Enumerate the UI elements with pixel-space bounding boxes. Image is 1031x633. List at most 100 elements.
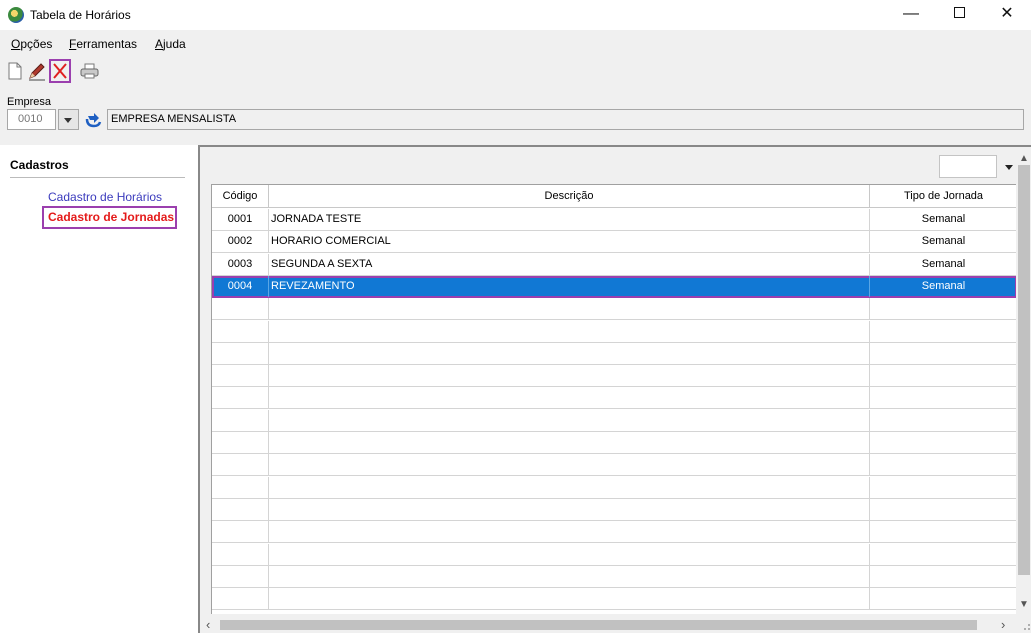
table-row[interactable] — [212, 387, 1016, 410]
cell-descricao — [269, 498, 870, 520]
scroll-right-icon[interactable]: › — [1001, 617, 1005, 632]
cell-codigo — [212, 320, 269, 342]
table-row[interactable] — [212, 432, 1016, 454]
cell-descricao — [269, 565, 870, 587]
sidebar-item-cadastro-jornadas[interactable]: Cadastro de Jornadas — [42, 206, 177, 229]
table-row[interactable] — [212, 476, 1016, 499]
cell-tipo-jornada: Semanal — [921, 235, 966, 248]
filter-input[interactable] — [939, 155, 997, 178]
scroll-up-icon[interactable]: ▲ — [1019, 153, 1029, 164]
table-row[interactable] — [212, 588, 1016, 611]
sidebar-item-cadastro-horarios[interactable]: Cadastro de Horários — [48, 190, 162, 204]
title-bar: Tabela de Horários — ✕ — [0, 0, 1031, 30]
resize-grip-icon[interactable] — [1016, 616, 1031, 633]
cell-tipo-jornada — [870, 410, 1016, 431]
cell-descricao — [269, 365, 870, 387]
cell-codigo — [212, 565, 269, 587]
grid-header: Código Descrição Tipo de Jornada — [212, 185, 1016, 208]
cell-tipo-jornada — [870, 432, 1016, 453]
maximize-button[interactable] — [936, 0, 982, 30]
table-row[interactable] — [212, 298, 1016, 321]
sidebar: Cadastros Cadastro de Horários Cadastro … — [0, 145, 198, 633]
cell-codigo — [212, 498, 269, 520]
cell-tipo-jornada — [870, 387, 1016, 408]
horizontal-scrollbar[interactable]: ‹ › — [202, 616, 1016, 633]
cell-tipo-jornada — [870, 321, 1016, 342]
cell-tipo-jornada: Semanal — [921, 213, 966, 225]
cell-descricao: JORNADA TESTE — [269, 209, 870, 230]
scroll-down-icon[interactable]: ▼ — [1019, 599, 1029, 610]
horizontal-scroll-thumb[interactable] — [220, 620, 977, 630]
cell-descricao — [269, 298, 870, 320]
table-row[interactable] — [212, 565, 1016, 588]
empresa-name-field: EMPRESA MENSALISTA — [107, 109, 1024, 130]
empresa-refresh-button[interactable] — [84, 110, 104, 129]
cell-tipo-jornada — [870, 521, 1016, 542]
cell-descricao — [269, 588, 870, 610]
cell-tipo-jornada: Semanal — [921, 279, 966, 292]
empresa-code-field[interactable]: 0010 — [7, 109, 56, 130]
cell-descricao: REVEZAMENTO — [269, 275, 870, 297]
cell-tipo-jornada — [870, 544, 1016, 565]
table-row[interactable] — [212, 454, 1016, 477]
table-row[interactable] — [212, 342, 1016, 365]
column-header-tipo-jornada[interactable]: Tipo de Jornada — [870, 185, 1016, 208]
cell-codigo — [212, 543, 269, 565]
cell-descricao — [269, 432, 870, 453]
cell-descricao — [269, 454, 870, 476]
minimize-icon: — — [903, 5, 919, 22]
table-row[interactable] — [212, 498, 1016, 521]
vertical-scroll-thumb[interactable] — [1018, 165, 1030, 575]
sidebar-divider — [10, 177, 185, 178]
toolbar — [0, 58, 1031, 86]
table-row[interactable] — [212, 320, 1016, 343]
minimize-button[interactable]: — — [888, 0, 934, 30]
cell-descricao — [269, 387, 870, 409]
cell-descricao: HORARIO COMERCIAL — [269, 231, 870, 253]
column-header-descricao[interactable]: Descrição — [269, 185, 870, 208]
table-row[interactable] — [212, 521, 1016, 544]
delete-button[interactable] — [49, 59, 71, 83]
cell-descricao — [269, 543, 870, 565]
new-document-icon — [8, 62, 22, 80]
table-row[interactable] — [212, 409, 1016, 432]
cell-codigo — [212, 432, 269, 453]
cell-tipo-jornada — [870, 499, 1016, 520]
new-button[interactable] — [4, 59, 26, 83]
cell-descricao — [269, 320, 870, 342]
close-button[interactable]: ✕ — [984, 0, 1030, 30]
cell-tipo-jornada — [870, 477, 1016, 498]
table-row[interactable] — [212, 365, 1016, 388]
cell-tipo-jornada — [870, 588, 1016, 609]
delete-x-icon — [53, 63, 67, 79]
table-row[interactable]: 0003 SEGUNDA A SEXTA Semanal — [212, 253, 1016, 276]
cell-codigo: 0004 — [212, 275, 269, 297]
empresa-dropdown-button[interactable] — [58, 109, 79, 130]
table-row[interactable] — [212, 543, 1016, 566]
cell-tipo-jornada — [870, 343, 1016, 364]
table-row[interactable]: 0004 REVEZAMENTO Semanal — [212, 275, 1016, 298]
column-header-codigo[interactable]: Código — [212, 185, 269, 208]
refresh-icon — [85, 113, 102, 128]
vertical-scrollbar[interactable]: ▲ ▼ — [1016, 149, 1031, 616]
printer-icon — [80, 63, 99, 79]
menu-opcoes[interactable]: Opções — [11, 37, 52, 51]
filter-dropdown-button[interactable] — [998, 155, 1013, 178]
cell-codigo — [212, 454, 269, 476]
edit-button[interactable] — [26, 59, 48, 83]
menu-bar: Opções Ferramentas Ajuda — [0, 31, 1031, 55]
cell-descricao — [269, 521, 870, 543]
scroll-left-icon[interactable]: ‹ — [206, 617, 210, 632]
table-row[interactable]: 0001 JORNADA TESTE Semanal — [212, 209, 1016, 231]
print-button[interactable] — [78, 59, 100, 83]
jornadas-grid: Código Descrição Tipo de Jornada 0001 JOR… — [211, 184, 1016, 614]
cell-codigo — [212, 409, 269, 431]
cell-tipo-jornada — [870, 365, 1016, 386]
cell-tipo-jornada: Semanal — [921, 257, 966, 270]
cell-codigo — [212, 476, 269, 498]
cell-codigo — [212, 387, 269, 409]
table-row[interactable]: 0002 HORARIO COMERCIAL Semanal — [212, 231, 1016, 254]
menu-ferramentas[interactable]: Ferramentas — [69, 37, 137, 51]
edit-pencil-icon — [29, 63, 45, 81]
menu-ajuda[interactable]: Ajuda — [155, 37, 186, 51]
